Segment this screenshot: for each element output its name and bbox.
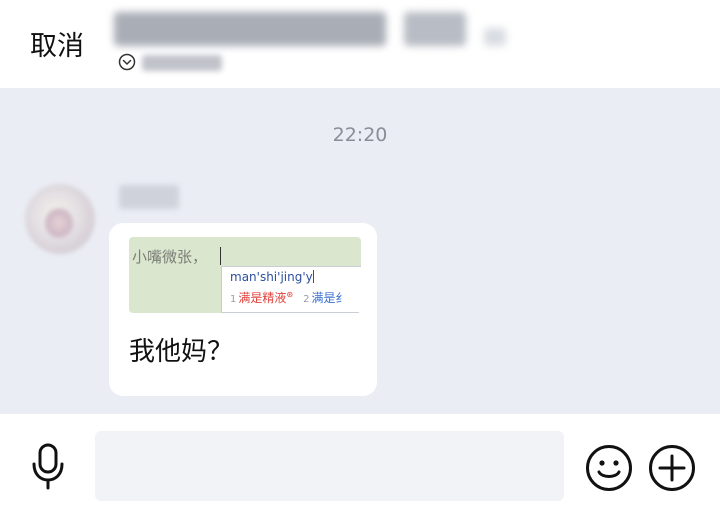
message-screenshot-image[interactable]: 小嘴微张， man'shi'jing'y 1 满是精液⊛ 2 满是纟 — [129, 237, 361, 313]
candidate-text: 满是精液 — [238, 291, 287, 305]
chat-header: 取消 — [0, 0, 720, 88]
smiley-icon[interactable] — [585, 444, 633, 492]
ime-pinyin-text: man'shi'jing'y — [230, 270, 313, 284]
avatar[interactable] — [25, 184, 95, 254]
input-bar — [0, 414, 720, 518]
chat-title-redacted-part — [404, 12, 466, 46]
chat-title-redacted-part — [484, 28, 506, 46]
sender-name-redacted — [119, 185, 179, 209]
ime-cursor — [312, 270, 314, 283]
chat-title-redacted — [114, 12, 386, 46]
message-input[interactable] — [95, 431, 564, 501]
candidate-index: 1 — [230, 294, 237, 305]
plus-circle-icon[interactable] — [648, 444, 696, 492]
cancel-button[interactable]: 取消 — [30, 24, 84, 63]
chevron-down-circle-icon — [118, 53, 136, 71]
chat-subtitle-redacted — [142, 55, 222, 71]
screenshot-typed-text: 小嘴微张， — [132, 248, 208, 266]
message-timestamp: 22:20 — [332, 124, 388, 146]
candidate-mark-icon: ⊛ — [286, 290, 294, 299]
ime-pinyin: man'shi'jing'y — [230, 270, 314, 284]
candidate-text: 满是纟 — [311, 291, 348, 305]
ime-candidate-window: man'shi'jing'y 1 满是精液⊛ 2 满是纟 — [221, 266, 361, 313]
screenshot-text-caret — [220, 247, 221, 265]
candidate-index: 2 — [303, 294, 310, 305]
message-text: 我他妈？ — [129, 337, 234, 367]
microphone-icon[interactable] — [28, 442, 68, 490]
message-bubble[interactable]: 小嘴微张， man'shi'jing'y 1 满是精液⊛ 2 满是纟 我他妈？ — [109, 223, 377, 396]
ime-candidates: 1 满是精液⊛ 2 满是纟 — [230, 289, 347, 306]
